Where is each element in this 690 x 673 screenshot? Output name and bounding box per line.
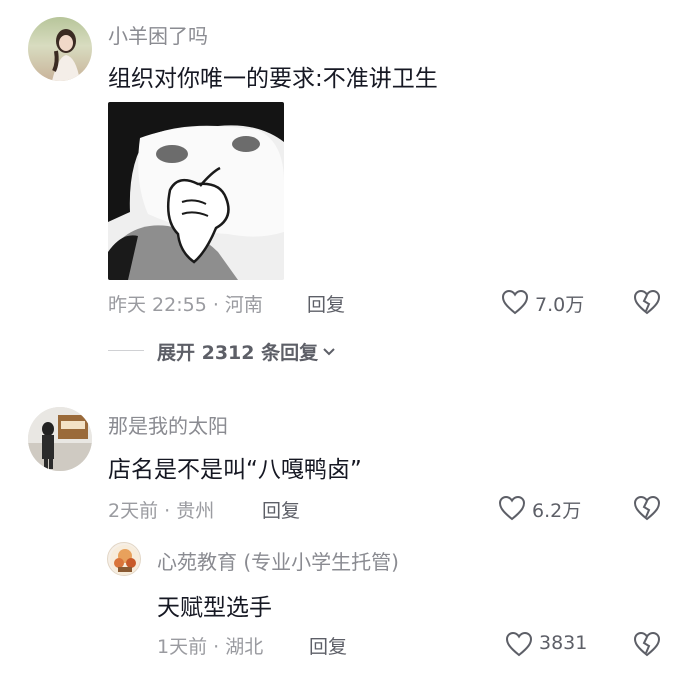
comment-meta: 昨天 22:55 · 河南 <box>108 294 263 316</box>
broken-heart-icon[interactable] <box>633 495 661 521</box>
reply-button[interactable]: 回复 <box>307 290 345 317</box>
comment-username[interactable]: 那是我的太阳 <box>108 410 228 439</box>
comment-username[interactable]: 小羊困了吗 <box>108 20 208 49</box>
like-count: 6.2万 <box>532 500 582 522</box>
broken-heart-icon[interactable] <box>633 289 661 315</box>
expand-replies-label: 展开 2312 条回复 <box>157 342 319 364</box>
comment-text: 店名是不是叫“八嘎鸭卤” <box>108 457 362 483</box>
reply-button[interactable]: 回复 <box>309 632 347 659</box>
avatar[interactable] <box>107 542 141 576</box>
heart-outline-icon[interactable] <box>501 289 529 315</box>
reply-username[interactable]: 心苑教育 (专业小学生托管) <box>157 546 399 575</box>
reply-text: 天赋型选手 <box>157 595 272 621</box>
reply-meta: 1天前 · 湖北 <box>157 636 264 658</box>
broken-heart-icon[interactable] <box>633 631 661 657</box>
avatar-image <box>110 545 140 575</box>
like-count: 3831 <box>539 632 588 654</box>
comment-text: 组织对你唯一的要求:不准讲卫生 <box>108 66 438 92</box>
divider-line <box>108 350 144 351</box>
avatar-image <box>28 407 92 471</box>
like-count: 7.0万 <box>535 294 585 316</box>
avatar-image <box>52 29 80 81</box>
chevron-down-icon <box>322 347 336 357</box>
avatar[interactable] <box>28 407 92 471</box>
heart-outline-icon[interactable] <box>505 631 533 657</box>
heart-outline-icon[interactable] <box>498 495 526 521</box>
comment-meta: 2天前 · 贵州 <box>108 500 215 522</box>
avatar[interactable] <box>28 17 92 81</box>
reply-button[interactable]: 回复 <box>262 496 300 523</box>
expand-replies-button[interactable]: 展开 2312 条回复 <box>157 338 336 365</box>
meme-sticker-image[interactable] <box>108 102 284 280</box>
